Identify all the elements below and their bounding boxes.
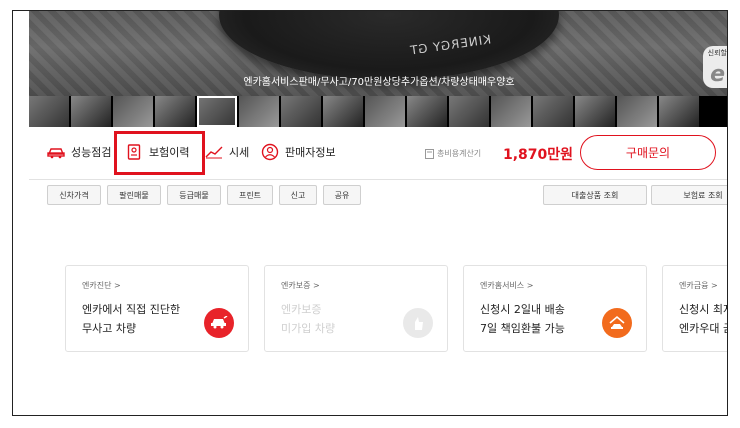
tab-label: 성능점검	[71, 146, 112, 159]
car-inspection-icon	[47, 144, 65, 160]
trend-chart-icon	[205, 144, 223, 160]
card-line-1: 엔카보증	[281, 303, 322, 316]
warranty-icon	[403, 308, 433, 338]
browser-frame: KINERGY GT 엔카홈서비스판매/무사고/70만원상당추가옵션/차량상태매…	[12, 10, 728, 416]
badge-small-text: 신뢰할	[707, 49, 727, 57]
tab-market-price[interactable]: 시세	[205, 142, 249, 162]
price: 1,870만원	[503, 147, 574, 163]
card-line-1: 신청시 최저	[679, 303, 728, 316]
report-button[interactable]: 신고	[279, 185, 317, 205]
card-line-2: 무사고 차량	[82, 322, 137, 335]
thumbnail[interactable]	[575, 96, 615, 127]
card-category: 엔카금융 >	[679, 281, 718, 290]
share-button[interactable]: 공유	[323, 185, 361, 205]
tab-seller-info[interactable]: 판매자정보	[261, 142, 336, 162]
tab-label: 판매자정보	[285, 146, 336, 159]
card-category: 엔카홈서비스 >	[480, 281, 534, 290]
thumbnail[interactable]	[71, 96, 111, 127]
card-encar-diagnosis[interactable]: 엔카진단 > 엔카에서 직접 진단한 무사고 차량	[65, 265, 249, 352]
thumbnail[interactable]	[533, 96, 573, 127]
car-diagnosis-icon	[204, 308, 234, 338]
trust-badge[interactable]: 신뢰할 e	[703, 46, 727, 88]
tab-label: 시세	[229, 146, 250, 159]
card-category: 엔카진단 >	[82, 281, 121, 290]
thumbnail[interactable]	[281, 96, 321, 127]
service-cards: 엔카진단 > 엔카에서 직접 진단한 무사고 차량 엔카보증 > 엔카보증 미가…	[13, 265, 728, 355]
calculator-icon	[425, 148, 434, 159]
card-line-1: 신청시 2일내 배송	[480, 303, 565, 316]
thumbnail[interactable]	[323, 96, 363, 127]
tab-performance-check[interactable]: 성능점검	[47, 142, 111, 162]
thumbnail[interactable]	[113, 96, 153, 127]
insurance-quote-button[interactable]: 보험료 조회	[651, 185, 727, 205]
home-delivery-icon	[602, 308, 632, 338]
thumbnail[interactable]	[449, 96, 489, 127]
sub-toolbar: 신차가격 팔린매물 등급매물 프린트 신고 공유 대출상품 조회 보험료 조회	[29, 179, 727, 213]
thumbnail[interactable]	[365, 96, 405, 127]
card-line-2: 미가입 차량	[281, 322, 336, 335]
grade-listings-button[interactable]: 등급매물	[167, 185, 221, 205]
cost-calculator-label: 총비용계산기	[437, 149, 482, 158]
cost-calculator-link[interactable]: 총비용계산기	[425, 148, 481, 159]
sold-listings-button[interactable]: 팔린매물	[107, 185, 161, 205]
card-line-2: 7일 책임환불 가능	[480, 322, 565, 335]
thumbnail[interactable]	[617, 96, 657, 127]
thumbnail-strip	[29, 96, 727, 127]
thumbnail[interactable]	[407, 96, 447, 127]
card-encar-finance[interactable]: 엔카금융 > 신청시 최저 엔카우대 금	[662, 265, 728, 352]
purchase-inquiry-button[interactable]: 구매문의	[580, 135, 716, 170]
badge-letter: e	[710, 62, 725, 87]
card-line-2: 엔카우대 금	[679, 322, 728, 335]
photo-caption: 엔카홈서비스판매/무사고/70만원상당추가옵션/차량상태매우양호	[243, 77, 515, 88]
print-button[interactable]: 프린트	[227, 185, 273, 205]
card-category: 엔카보증 >	[281, 281, 320, 290]
thumbnail[interactable]	[659, 96, 699, 127]
card-line-1: 엔카에서 직접 진단한	[82, 303, 181, 316]
loan-lookup-button[interactable]: 대출상품 조회	[543, 185, 647, 205]
new-car-price-button[interactable]: 신차가격	[47, 185, 101, 205]
user-icon	[261, 143, 279, 161]
secondary-action-button[interactable]	[727, 135, 728, 170]
card-encar-warranty[interactable]: 엔카보증 > 엔카보증 미가입 차량	[264, 265, 448, 352]
thumbnail[interactable]	[491, 96, 531, 127]
highlight-box	[114, 131, 205, 175]
thumbnail[interactable]	[239, 96, 279, 127]
card-encar-home-service[interactable]: 엔카홈서비스 > 신청시 2일내 배송 7일 책임환불 가능	[463, 265, 647, 352]
thumbnail-active[interactable]	[197, 96, 237, 127]
thumbnail[interactable]	[155, 96, 195, 127]
thumbnail[interactable]	[29, 96, 69, 127]
main-photo[interactable]: KINERGY GT 엔카홈서비스판매/무사고/70만원상당추가옵션/차량상태매…	[29, 11, 727, 103]
